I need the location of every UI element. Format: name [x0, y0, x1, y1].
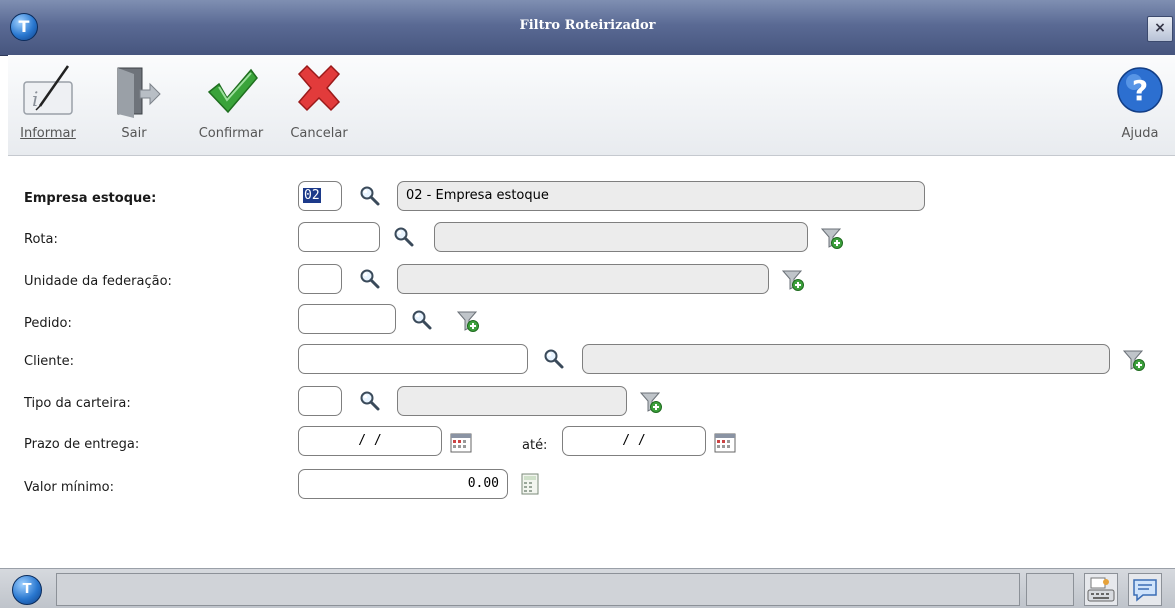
cliente-filter-icon[interactable]	[1122, 348, 1146, 372]
uf-label: Unidade da federação:	[24, 274, 172, 289]
status-info-panel	[1026, 573, 1074, 606]
uf-description-field	[397, 264, 769, 294]
prazo-ate-label: até:	[522, 438, 548, 453]
tipo-carteira-code-input[interactable]	[298, 386, 342, 416]
prazo-to-calendar-icon[interactable]	[713, 431, 737, 455]
calculator-icon[interactable]	[518, 472, 542, 496]
informar-label: Informar	[20, 126, 76, 141]
empresa-code-input[interactable]: 02	[298, 181, 342, 211]
title-bar: T Filtro Roteirizador ×	[0, 0, 1175, 56]
uf-lookup-icon[interactable]	[358, 267, 382, 291]
sair-button[interactable]: Sair	[104, 60, 164, 141]
tipo-carteira-lookup-icon[interactable]	[358, 389, 382, 413]
svg-text:i: i	[32, 87, 38, 111]
cliente-description-field	[582, 344, 1110, 374]
cliente-label: Cliente:	[24, 354, 75, 369]
cancelar-label: Cancelar	[290, 126, 348, 141]
pedido-label: Pedido:	[24, 316, 72, 331]
confirmar-label: Confirmar	[198, 126, 264, 141]
sair-label: Sair	[121, 126, 147, 141]
toolbar: i Informar Sair Confirmar Cancelar ? Aju…	[8, 55, 1175, 156]
valor-minimo-label: Valor mínimo:	[24, 480, 115, 495]
rota-filter-icon[interactable]	[820, 226, 844, 250]
cliente-code-input[interactable]	[298, 344, 528, 374]
tipo-carteira-filter-icon[interactable]	[639, 390, 663, 414]
empresa-lookup-icon[interactable]	[358, 184, 382, 208]
rota-lookup-icon[interactable]	[392, 225, 416, 249]
ajuda-label: Ajuda	[1121, 126, 1159, 141]
close-button[interactable]: ×	[1147, 16, 1173, 42]
checkmark-icon	[201, 60, 261, 120]
status-bar: T	[0, 568, 1175, 608]
pedido-filter-icon[interactable]	[456, 309, 480, 333]
status-logo-icon: T	[12, 575, 42, 605]
cancelar-button[interactable]: Cancelar	[284, 60, 354, 141]
empresa-label: Empresa estoque:	[24, 191, 157, 206]
prazo-from-calendar-icon[interactable]	[449, 431, 473, 455]
window-title: Filtro Roteirizador	[519, 18, 656, 33]
tipo-carteira-label: Tipo da carteira:	[24, 396, 131, 411]
informar-button[interactable]: i Informar	[12, 60, 84, 141]
exit-door-icon	[104, 60, 164, 120]
pedido-input[interactable]	[298, 304, 396, 334]
keyboard-icon[interactable]	[1084, 573, 1118, 606]
chat-icon[interactable]	[1128, 573, 1162, 606]
confirmar-button[interactable]: Confirmar	[190, 60, 272, 141]
uf-code-input[interactable]	[298, 264, 342, 294]
ajuda-button[interactable]: ? Ajuda	[1110, 60, 1170, 141]
uf-filter-icon[interactable]	[781, 268, 805, 292]
svg-text:?: ?	[1132, 74, 1148, 107]
valor-minimo-input[interactable]: 0.00	[298, 469, 508, 499]
rota-code-input[interactable]	[298, 222, 380, 252]
help-icon: ?	[1110, 60, 1170, 120]
pedido-lookup-icon[interactable]	[410, 308, 434, 332]
tipo-carteira-description-field	[397, 386, 627, 416]
status-message-panel	[56, 573, 1020, 606]
rota-description-field	[434, 222, 808, 252]
prazo-from-input[interactable]: / /	[298, 426, 442, 456]
filter-form: Empresa estoque: 02 02 - Empresa estoque…	[8, 156, 1175, 568]
prazo-to-input[interactable]: / /	[562, 426, 706, 456]
cancel-x-icon	[289, 60, 349, 120]
rota-label: Rota:	[24, 232, 58, 247]
prazo-label: Prazo de entrega:	[24, 437, 140, 452]
informar-icon: i	[18, 60, 78, 120]
cliente-lookup-icon[interactable]	[542, 347, 566, 371]
filtro-roteirizador-window: T Filtro Roteirizador × i Informar Sair …	[0, 0, 1175, 608]
empresa-description-field: 02 - Empresa estoque	[397, 181, 925, 211]
empresa-code-value: 02	[303, 188, 321, 203]
